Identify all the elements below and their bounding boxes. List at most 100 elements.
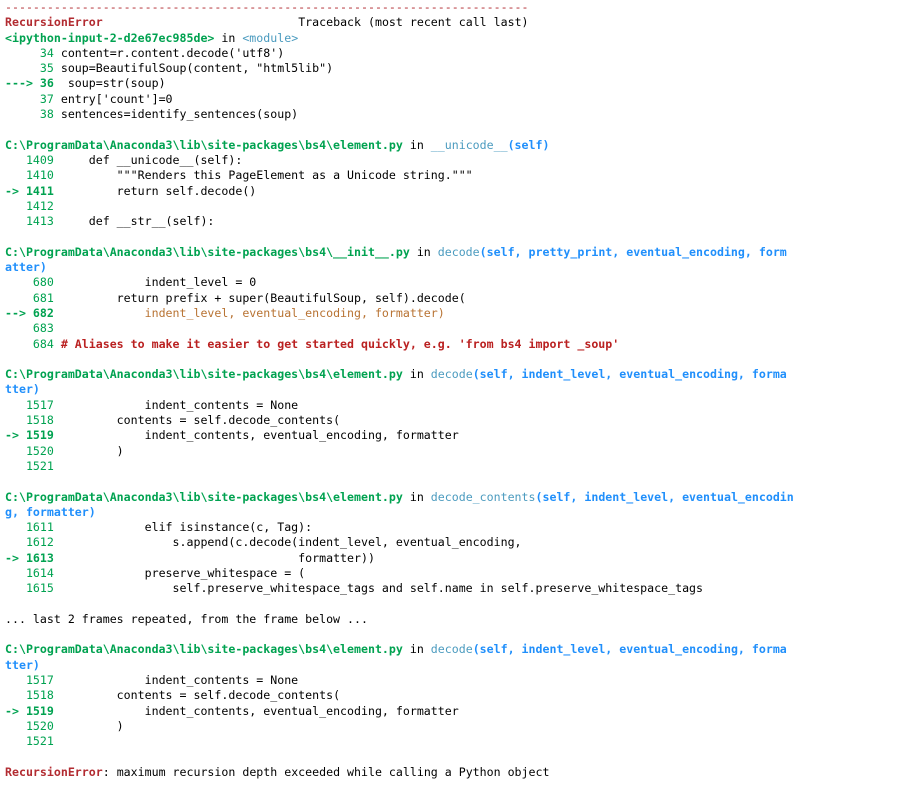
current-line-number: -> 1519: [5, 428, 61, 443]
frame-location: C:\ProgramData\Anaconda3\lib\site-packag…: [5, 367, 905, 382]
code-line: 1611 elif isinstance(c, Tag):: [5, 520, 905, 535]
current-line-number: -> 1519: [5, 703, 61, 718]
file-path: C:\ProgramData\Anaconda3\lib\site-packag…: [5, 642, 403, 657]
code-line: 683: [5, 321, 905, 336]
code-text: ): [60, 718, 124, 733]
in-word: in: [402, 367, 431, 382]
line-number: 1410: [5, 168, 61, 183]
line-number: 684: [5, 336, 61, 351]
function-args-wrap: atter): [5, 260, 47, 275]
line-number: 1409: [5, 152, 61, 167]
line-number: 1517: [5, 673, 61, 688]
code-line: 1614 preserve_whitespace = (: [5, 566, 905, 581]
line-number: 34: [5, 45, 61, 60]
code-text: soup=BeautifulSoup(content, "html5lib"): [60, 61, 334, 76]
line-number: 1521: [5, 734, 61, 749]
code-line: 1520 ): [5, 444, 905, 459]
traceback-title: Traceback (most recent call last): [298, 15, 529, 30]
frame-location: C:\ProgramData\Anaconda3\lib\site-packag…: [5, 642, 905, 657]
line-number: 1518: [5, 413, 61, 428]
final-error-message: : maximum recursion depth exceeded while…: [102, 764, 550, 779]
frame-location-wrap: tter): [5, 658, 905, 673]
final-error-name: RecursionError: [5, 764, 103, 779]
code-text: def __unicode__(self):: [60, 152, 243, 167]
function-name: decode: [437, 244, 480, 259]
frame-location-wrap: tter): [5, 382, 905, 397]
code-text: """Renders this PageElement as a Unicode…: [60, 168, 473, 183]
line-number: 1614: [5, 565, 61, 580]
line-number: 681: [5, 290, 61, 305]
code-line: 37 entry['count']=0: [5, 92, 905, 107]
code-text: preserve_whitespace = (: [60, 565, 306, 580]
code-line: 1517 indent_contents = None: [5, 398, 905, 413]
module-name: <ipython-input-2-d2e67ec985de>: [5, 30, 215, 45]
line-number: 1615: [5, 581, 61, 596]
line-number: 1521: [5, 458, 61, 473]
file-path: C:\ProgramData\Anaconda3\lib\site-packag…: [5, 367, 403, 382]
separator-line: ----------------------------------------…: [5, 0, 529, 14]
current-line-number: ---> 36: [5, 76, 61, 91]
code-line: 1615 self.preserve_whitespace_tags and s…: [5, 581, 905, 596]
entry-location: <ipython-input-2-d2e67ec985de> in <modul…: [5, 31, 905, 46]
code-text: indent_contents, eventual_encoding, form…: [60, 428, 459, 443]
code-text: self.preserve_whitespace_tags and self.n…: [60, 581, 704, 596]
code-text: def __str__(self):: [60, 214, 215, 229]
function-name: decode: [430, 367, 473, 382]
code-line-current: -> 1519 indent_contents, eventual_encodi…: [5, 704, 905, 719]
frame-location-wrap: g, formatter): [5, 505, 905, 520]
traceback-header: RecursionError Traceback (most recent ca…: [5, 15, 905, 30]
code-comment: # Aliases to make it easier to get start…: [60, 336, 620, 351]
function-name: decode_contents: [430, 489, 536, 504]
code-line: 34 content=r.content.decode('utf8'): [5, 46, 905, 61]
code-line: 684 # Aliases to make it easier to get s…: [5, 337, 905, 352]
line-number: 1518: [5, 688, 61, 703]
code-text: sentences=identify_sentences(soup): [60, 107, 299, 122]
in-word: in: [214, 30, 243, 45]
code-line: 1520 ): [5, 719, 905, 734]
function-args: (self): [507, 137, 550, 152]
code-text: soup=str(soup): [60, 76, 166, 91]
line-number: 683: [5, 321, 61, 336]
file-path: C:\ProgramData\Anaconda3\lib\site-packag…: [5, 137, 403, 152]
function-args: (self, indent_level, eventual_encodin: [535, 489, 794, 504]
line-number: 680: [5, 275, 61, 290]
code-line: 1413 def __str__(self):: [5, 214, 905, 229]
code-line-current: ---> 36 soup=str(soup): [5, 76, 905, 91]
function-args-wrap: g, formatter): [5, 504, 96, 519]
function-args: (self, pretty_print, eventual_encoding, …: [479, 244, 787, 259]
code-line: 1410 """Renders this PageElement as a Un…: [5, 168, 905, 183]
line-number: 1520: [5, 718, 61, 733]
function-name: __unicode__: [430, 137, 508, 152]
code-line: 680 indent_level = 0: [5, 275, 905, 290]
final-error-line: RecursionError: maximum recursion depth …: [5, 765, 905, 780]
code-text: indent_contents, eventual_encoding, form…: [60, 703, 459, 718]
code-line: 1612 s.append(c.decode(indent_level, eve…: [5, 535, 905, 550]
code-text: indent_contents = None: [60, 397, 299, 412]
frame-location: C:\ProgramData\Anaconda3\lib\site-packag…: [5, 490, 905, 505]
file-path: C:\ProgramData\Anaconda3\lib\site-packag…: [5, 489, 403, 504]
current-line-number: -> 1411: [5, 183, 61, 198]
line-number: 1517: [5, 397, 61, 412]
code-line-current: --> 682 indent_level, eventual_encoding,…: [5, 306, 905, 321]
code-text: indent_level, eventual_encoding, formatt…: [60, 305, 445, 320]
code-line: 1412: [5, 199, 905, 214]
code-line-current: -> 1411 return self.decode(): [5, 184, 905, 199]
code-line: 1521: [5, 459, 905, 474]
frame-location: C:\ProgramData\Anaconda3\lib\site-packag…: [5, 245, 905, 260]
code-text: s.append(c.decode(indent_level, eventual…: [60, 535, 522, 550]
code-text: indent_contents = None: [60, 673, 299, 688]
code-text: return self.decode(): [60, 183, 257, 198]
function-args: (self, indent_level, eventual_encoding, …: [472, 642, 787, 657]
function-args-wrap: tter): [5, 657, 40, 672]
line-number: 37: [5, 91, 61, 106]
line-number: 1412: [5, 198, 61, 213]
error-name: RecursionError: [5, 15, 103, 30]
line-number: 1413: [5, 214, 61, 229]
code-text: entry['count']=0: [60, 91, 173, 106]
current-line-number: -> 1613: [5, 550, 61, 565]
code-line: 1518 contents = self.decode_contents(: [5, 413, 905, 428]
header-gap: [103, 15, 298, 29]
code-line: 1521: [5, 734, 905, 749]
in-word: in: [409, 244, 438, 259]
in-word: in: [402, 137, 431, 152]
